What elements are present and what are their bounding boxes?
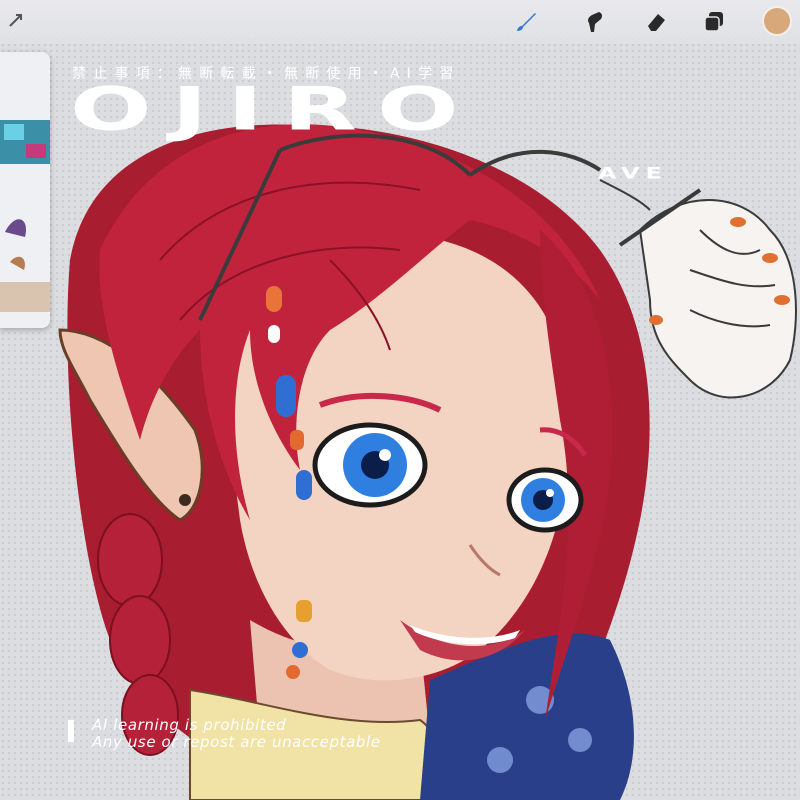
actions-icon[interactable] — [2, 6, 30, 34]
reference-thumbnails — [0, 120, 50, 312]
artwork-title: OJIRO — [70, 74, 479, 144]
eye-left — [312, 422, 428, 508]
layers-icon[interactable] — [700, 8, 728, 36]
eraser-icon[interactable] — [642, 8, 670, 36]
ai-prohibited-notice: AI learning is prohibited — [92, 716, 287, 734]
brush-icon[interactable] — [512, 8, 540, 36]
artwork-subtitle: AVE — [598, 164, 668, 183]
earring — [179, 494, 191, 506]
eye-right — [506, 467, 584, 533]
smudge-icon[interactable] — [580, 8, 608, 36]
color-swatch[interactable] — [762, 6, 792, 36]
repost-prohibited-notice: Any use or repost are unacceptable — [92, 733, 381, 751]
artwork-canvas[interactable]: 禁止事項：無断転載・無断使用・AI学習 OJIRO AVE AI learnin… — [0, 0, 800, 800]
app-toolbar — [0, 0, 800, 44]
footer-accent-bar — [68, 720, 74, 742]
reference-panel[interactable] — [0, 52, 50, 328]
